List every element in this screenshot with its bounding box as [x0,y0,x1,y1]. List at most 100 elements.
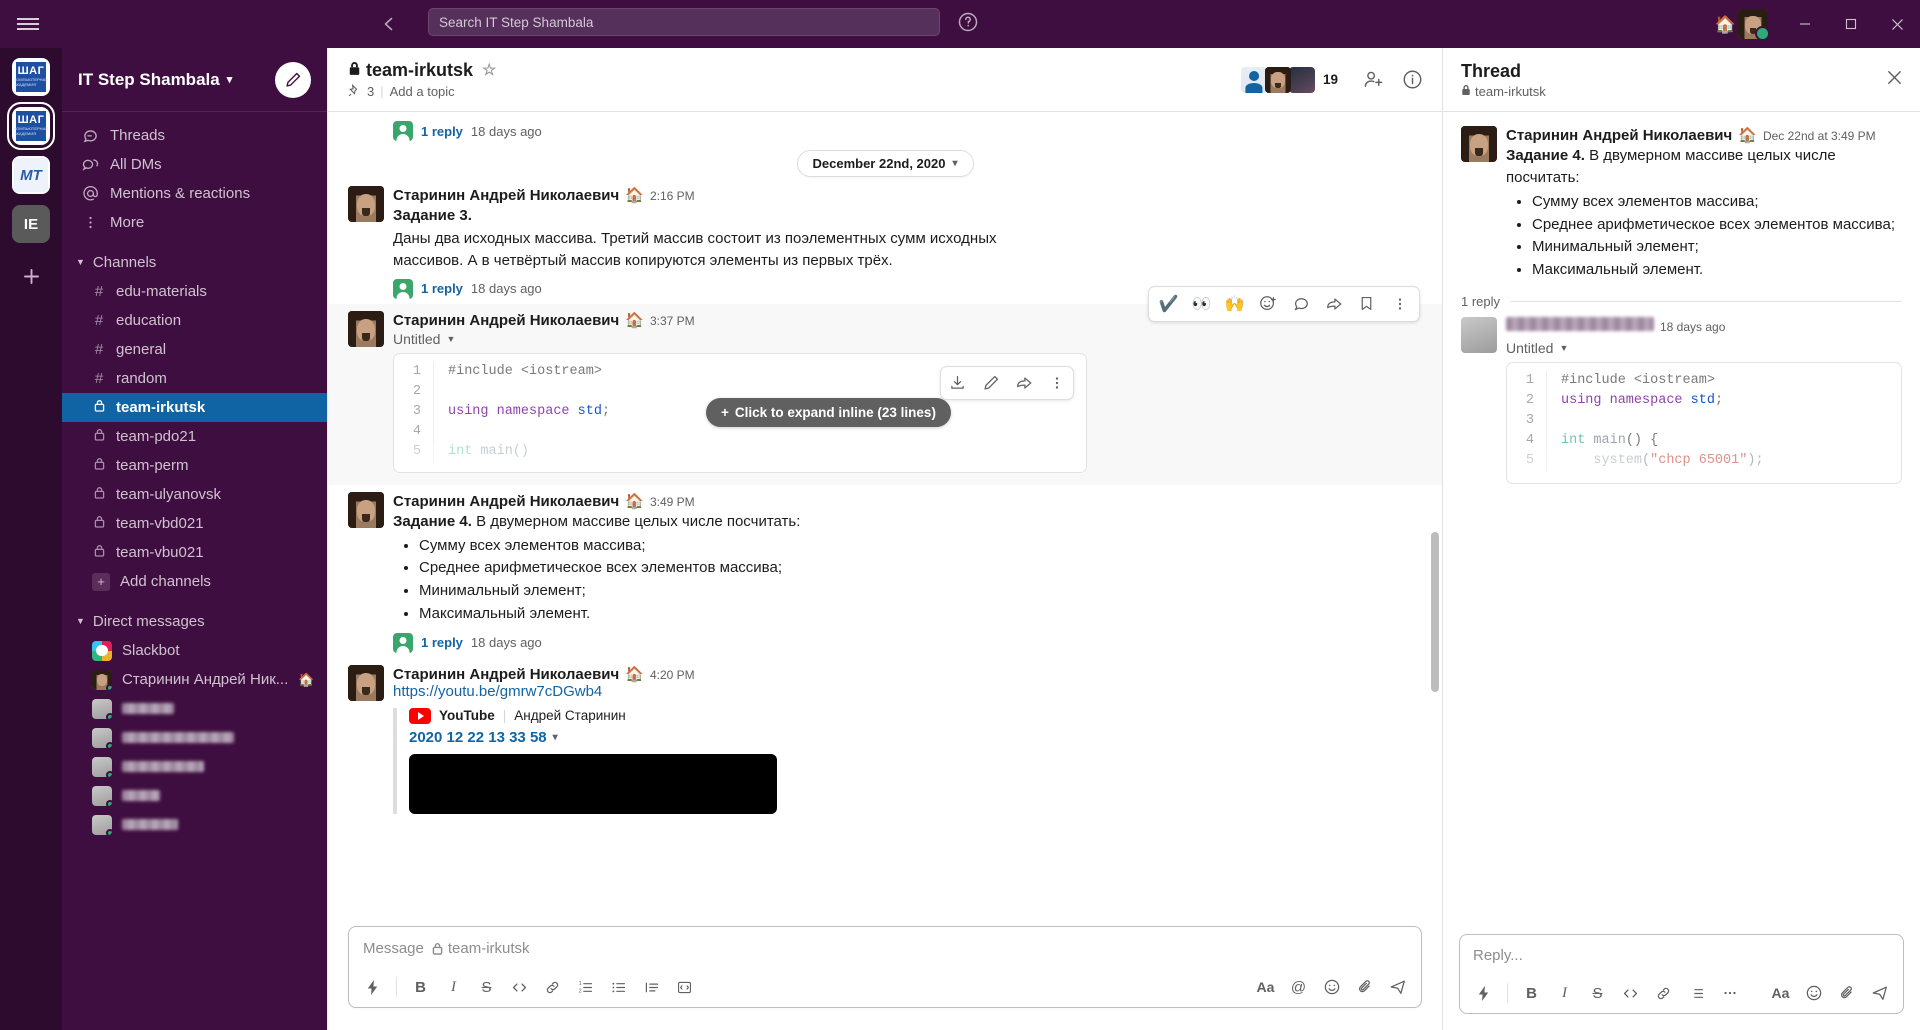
sidebar-channel-team-perm[interactable]: team-perm [62,451,327,480]
link-button[interactable] [537,972,568,1002]
download-icon[interactable] [941,367,974,399]
more-actions-icon[interactable] [1040,367,1073,399]
add-channels-button[interactable]: + Add channels [62,567,327,596]
message-author[interactable]: Старинин Андрей Николаевич [393,666,619,683]
sidebar-channel-general[interactable]: # general [62,335,327,364]
thread-body[interactable]: Старинин Андрей Николаевич 🏠 Dec 22nd at… [1443,112,1920,924]
attachment-button[interactable] [1831,978,1862,1008]
bold-button[interactable]: B [1516,978,1547,1008]
channel-info-icon[interactable] [1401,68,1424,91]
mention-button[interactable]: @ [1283,972,1314,1002]
message-link[interactable]: https://youtu.be/gmrw7cDGwb4 [393,683,1422,700]
sidebar-dm-item[interactable] [62,752,327,781]
sidebar-channel-team-irkutsk[interactable]: team-irkutsk [62,393,327,422]
message-input[interactable]: Message team-irkutsk [349,927,1421,967]
code-snippet[interactable]: 1 #include <iostream> 2 using namespace … [1506,361,1902,484]
pin-icon[interactable] [348,83,361,100]
ordered-list-button[interactable] [1681,978,1712,1008]
send-button[interactable] [1382,972,1413,1002]
message-scrollbar[interactable] [1431,532,1439,692]
sidebar-item-mentions[interactable]: Mentions & reactions [62,179,327,208]
reply-in-thread-icon[interactable] [1284,288,1317,320]
sidebar-dm-item[interactable] [62,723,327,752]
channels-section-toggle[interactable]: ▼ Channels [62,247,327,277]
add-reaction-icon[interactable] [1251,288,1284,320]
message-author[interactable]: Старинин Андрей Николаевич [1506,127,1732,144]
bulleted-list-button[interactable] [603,972,634,1002]
formatting-toggle-button[interactable]: Aa [1765,978,1796,1008]
blockquote-button[interactable] [636,972,667,1002]
add-workspace-button[interactable] [13,258,49,294]
message-author[interactable]: Старинин Андрей Николаевич [393,312,619,329]
reaction-check-icon[interactable]: ✔️ [1152,288,1185,320]
add-topic-button[interactable]: Add a topic [390,84,455,99]
code-block-button[interactable] [669,972,700,1002]
current-user-avatar[interactable] [1738,9,1768,39]
sidebar-channel-team-ulyanovsk[interactable]: team-ulyanovsk [62,480,327,509]
window-close-button[interactable] [1874,0,1920,48]
message-time[interactable]: 3:49 PM [650,495,695,509]
emoji-button[interactable] [1316,972,1347,1002]
italic-button[interactable]: I [1549,978,1580,1008]
snippet-title[interactable]: Untitled ▼ [393,331,1422,347]
message-time[interactable]: Dec 22nd at 3:49 PM [1763,129,1876,143]
preview-thumbnail[interactable] [409,753,777,814]
reaction-eyes-icon[interactable]: 👀 [1185,288,1218,320]
avatar[interactable] [1461,316,1497,353]
message-author[interactable]: Старинин Андрей Николаевич [393,493,619,510]
preview-title[interactable]: 2020 12 22 13 33 58 ▾ [409,729,1422,746]
sidebar-channel-edu-materials[interactable]: # edu-materials [62,277,327,306]
message-time[interactable]: 2:16 PM [650,189,695,203]
sidebar-dm-item[interactable] [62,810,327,839]
sidebar-dm-item[interactable] [62,781,327,810]
sidebar-channel-team-vbu021[interactable]: team-vbu021 [62,538,327,567]
more-formatting-button[interactable] [1714,978,1745,1008]
avatar[interactable] [348,186,384,222]
add-member-icon[interactable] [1362,68,1385,91]
hamburger-menu-icon[interactable] [0,15,56,33]
expand-snippet-button[interactable]: + Click to expand inline (23 lines) [706,397,951,427]
strikethrough-button[interactable]: S [471,972,502,1002]
strikethrough-button[interactable]: S [1582,978,1613,1008]
code-button[interactable] [504,972,535,1002]
star-icon[interactable]: ☆ [482,60,496,80]
search-input[interactable]: Search IT Step Shambala [428,8,940,36]
italic-button[interactable]: I [438,972,469,1002]
sidebar-channel-education[interactable]: # education [62,306,327,335]
thread-replies-link[interactable]: 1 reply 18 days ago [393,631,1422,655]
message-author[interactable]: Старинин Андрей Николаевич [393,187,619,204]
attachment-button[interactable] [1349,972,1380,1002]
date-separator-button[interactable]: December 22nd, 2020 ▾ [796,150,974,177]
emoji-button[interactable] [1798,978,1829,1008]
sidebar-dm-slackbot[interactable]: Slackbot [62,636,327,665]
ordered-list-button[interactable]: 1 2 [570,972,601,1002]
dm-section-toggle[interactable]: ▼ Direct messages [62,606,327,636]
thread-replies-link[interactable]: 1 reply 18 days ago [393,119,1422,143]
avatar[interactable] [348,664,384,701]
avatar[interactable] [1461,126,1497,162]
share-icon[interactable] [1007,367,1040,399]
thread-reply-composer[interactable]: Reply... B I S Aa [1459,934,1904,1014]
reply-input[interactable]: Reply... [1460,935,1903,973]
code-snippet[interactable]: 1 #include <iostream> 2 3 using namespac… [393,352,1087,473]
back-arrow-icon[interactable] [376,11,402,37]
edit-icon[interactable] [974,367,1007,399]
message-list[interactable]: 1 reply 18 days ago December 22nd, 2020 … [328,112,1442,926]
titlebar-avatars[interactable]: 🏠 [1715,9,1768,39]
members-button[interactable]: 19 [1233,63,1346,97]
message-composer[interactable]: Message team-irkutsk B I S 1 2 Aa @ [348,926,1422,1008]
message-time[interactable]: 3:37 PM [650,314,695,328]
workspace-icon-shag-2[interactable]: ШАГ КОМПЬЮТЕРНАЯ АКАДЕМИЯ [7,102,55,150]
workspace-switcher[interactable]: IT Step Shambala ▾ [78,70,232,90]
formatting-toggle-button[interactable]: Aa [1250,972,1281,1002]
code-button[interactable] [1615,978,1646,1008]
message-time[interactable]: 4:20 PM [650,668,695,682]
sidebar-channel-team-vbd021[interactable]: team-vbd021 [62,509,327,538]
avatar[interactable] [348,491,384,528]
close-icon[interactable] [1885,68,1904,91]
window-maximize-button[interactable] [1828,0,1874,48]
lightning-icon[interactable] [1468,978,1499,1008]
share-message-icon[interactable] [1317,288,1350,320]
workspace-icon-shag-1[interactable]: ШАГ КОМПЬЮТЕРНАЯ АКАДЕМИЯ [12,58,50,96]
workspace-icon-ie[interactable]: IE [12,205,50,243]
